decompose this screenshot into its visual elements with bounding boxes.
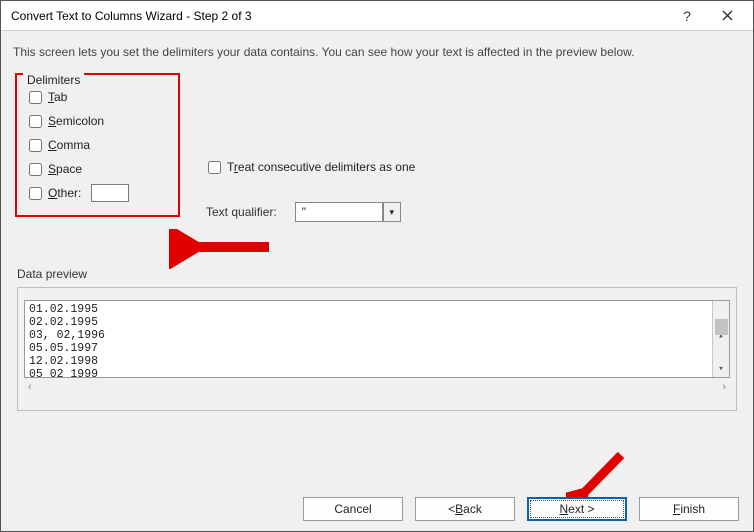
delimiter-tab-row: Tab	[27, 85, 168, 109]
text-qualifier-row: Text qualifier: " ▾	[206, 202, 415, 222]
data-preview-label: Data preview	[17, 267, 741, 281]
next-button[interactable]: Next >	[527, 497, 627, 521]
help-button[interactable]: ?	[667, 2, 707, 30]
delimiter-space-row: Space	[27, 157, 168, 181]
treat-consecutive-checkbox[interactable]	[208, 161, 221, 174]
scroll-right-icon[interactable]: ›	[722, 381, 726, 393]
annotation-arrow-delimiters	[169, 229, 279, 269]
delimiter-other-checkbox[interactable]	[29, 187, 42, 200]
finish-button[interactable]: Finish	[639, 497, 739, 521]
delimiter-tab-checkbox[interactable]	[29, 91, 42, 104]
delimiter-other-input[interactable]	[91, 184, 129, 202]
titlebar: Convert Text to Columns Wizard - Step 2 …	[1, 1, 753, 31]
delimiter-space-label: Space	[48, 162, 82, 176]
dialog-content: This screen lets you set the delimiters …	[1, 31, 753, 531]
scroll-left-icon[interactable]: ‹	[28, 381, 32, 393]
scroll-thumb[interactable]	[715, 319, 728, 335]
text-qualifier-select[interactable]: " ▾	[295, 202, 401, 222]
delimiter-other-label: Other:	[48, 186, 81, 200]
delimiters-group: Delimiters Tab Semicolon Comma Space Oth…	[15, 73, 180, 217]
delimiters-legend: Delimiters	[23, 73, 84, 87]
text-qualifier-value: "	[295, 202, 383, 222]
chevron-down-icon[interactable]: ▾	[383, 202, 401, 222]
cancel-button[interactable]: Cancel	[303, 497, 403, 521]
text-qualifier-label: Text qualifier:	[206, 205, 277, 219]
preview-vertical-scrollbar[interactable]: ▴ ▾	[712, 301, 729, 377]
close-button[interactable]	[707, 2, 747, 30]
back-button[interactable]: < Back	[415, 497, 515, 521]
delimiter-semicolon-checkbox[interactable]	[29, 115, 42, 128]
delimiter-comma-checkbox[interactable]	[29, 139, 42, 152]
delimiter-space-checkbox[interactable]	[29, 163, 42, 176]
treat-consecutive-row: Treat consecutive delimiters as one	[206, 156, 415, 178]
delimiter-other-row: Other:	[27, 181, 168, 205]
data-preview-content: 01.02.1995 02.02.1995 03, 02,1996 05.05.…	[24, 300, 730, 378]
right-options: Treat consecutive delimiters as one Text…	[206, 156, 415, 222]
delimiter-tab-label: Tab	[48, 90, 67, 104]
data-preview-box: 01.02.1995 02.02.1995 03, 02,1996 05.05.…	[17, 287, 737, 411]
instruction-text: This screen lets you set the delimiters …	[13, 45, 741, 59]
treat-consecutive-label: Treat consecutive delimiters as one	[227, 160, 415, 174]
delimiter-comma-row: Comma	[27, 133, 168, 157]
window-title: Convert Text to Columns Wizard - Step 2 …	[11, 9, 667, 23]
scroll-down-icon[interactable]: ▾	[713, 360, 729, 377]
preview-horizontal-scrollbar[interactable]: ‹ ›	[24, 378, 730, 395]
button-row: Cancel < Back Next > Finish	[303, 497, 739, 521]
delimiter-semicolon-label: Semicolon	[48, 114, 104, 128]
delimiter-comma-label: Comma	[48, 138, 90, 152]
delimiter-semicolon-row: Semicolon	[27, 109, 168, 133]
